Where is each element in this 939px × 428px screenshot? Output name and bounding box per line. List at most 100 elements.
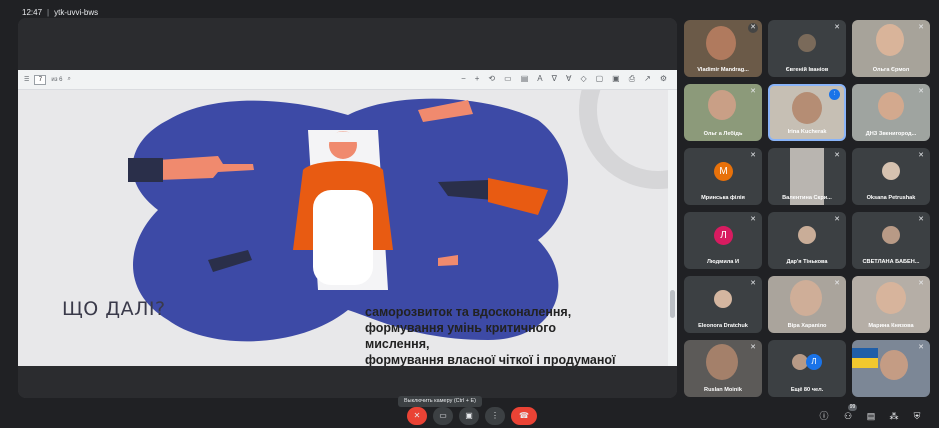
participant-video bbox=[878, 92, 904, 120]
participant-name: Дар'я Тінькова bbox=[786, 259, 828, 265]
participant-video bbox=[882, 226, 900, 244]
slide-content: ЩО ДАЛІ? саморозвиток та вдосконалення, … bbox=[18, 90, 668, 366]
participant-tile[interactable]: ✕ Марина Князова bbox=[852, 276, 930, 333]
scroll-thumb[interactable] bbox=[670, 290, 675, 318]
comment-icon[interactable]: ▢ bbox=[596, 74, 604, 84]
participant-tile-active[interactable]: ⫶ Irina Kucherak bbox=[768, 84, 846, 141]
slide-title: ЩО ДАЛІ? bbox=[62, 298, 166, 320]
document-toolbar: ☰ 7 из 6 ⌕ − + ⟲ ▭ ▤ A ∇ ∀ ◇ ▢ ▣ ⎙ ↗ ⚙ bbox=[18, 70, 677, 90]
camera-icon: ▭ bbox=[439, 411, 447, 420]
fit-icon[interactable]: ▭ bbox=[504, 74, 512, 84]
page-input[interactable]: 7 bbox=[34, 74, 47, 85]
participant-name: Віра Харапіло bbox=[787, 323, 827, 329]
participant-tile[interactable]: ✕ Ruslan Moinik bbox=[684, 340, 762, 397]
end-call-button[interactable]: ☎ bbox=[511, 407, 537, 425]
speaking-icon: ⫶ bbox=[829, 89, 840, 100]
participant-avatar: Л bbox=[806, 354, 822, 370]
participant-tile[interactable]: ✕ Віра Харапіло bbox=[768, 276, 846, 333]
presentation-panel[interactable]: ☰ 7 из 6 ⌕ − + ⟲ ▭ ▤ A ∇ ∀ ◇ ▢ ▣ ⎙ ↗ ⚙ Щ… bbox=[18, 18, 677, 398]
participant-name: Irina Kucherak bbox=[787, 129, 827, 135]
participant-name: Vladimir Mandrag... bbox=[697, 67, 749, 73]
participant-name: Ольг а Лебідь bbox=[703, 131, 743, 137]
eraser-icon[interactable]: ◇ bbox=[580, 74, 586, 84]
top-strip bbox=[0, 0, 939, 12]
camera-tooltip: Выключить камеру (Ctrl + E) bbox=[398, 396, 483, 407]
mic-off-icon: ✕ bbox=[918, 216, 924, 223]
participant-name: Мринська філія bbox=[701, 195, 745, 201]
mic-off-icon: ✕ bbox=[918, 88, 924, 95]
more-participants-label: Ещё 80 чел. bbox=[790, 387, 824, 393]
participant-name: ДНЗ Звенигород... bbox=[865, 131, 917, 137]
mic-off-icon: ✕ bbox=[918, 344, 924, 351]
present-button[interactable]: ▣ bbox=[459, 407, 479, 425]
participant-tile[interactable]: ✕ Oksana Petrushak bbox=[852, 148, 930, 205]
search-icon[interactable]: ⌕ bbox=[68, 76, 71, 83]
participant-video bbox=[706, 344, 738, 380]
participant-tile[interactable]: ✕ ДНЗ Звенигород... bbox=[852, 84, 930, 141]
highlight-icon[interactable]: ∀ bbox=[566, 74, 571, 84]
participant-tile[interactable]: ✕ Vladimir Mandrag... bbox=[684, 20, 762, 77]
info-icon[interactable]: ⓘ bbox=[817, 410, 831, 422]
participant-video bbox=[706, 26, 736, 60]
more-options-button[interactable]: ⋮ bbox=[485, 407, 505, 425]
figure-legs bbox=[313, 190, 373, 285]
chat-icon[interactable]: ▤ bbox=[864, 410, 878, 422]
more-participants-tile[interactable]: Л Ещё 80 чел. bbox=[768, 340, 846, 397]
rotate-icon[interactable]: ⟲ bbox=[488, 74, 495, 84]
text-icon[interactable]: A bbox=[537, 74, 542, 84]
save-icon[interactable]: ▣ bbox=[612, 74, 620, 84]
page-view-icon[interactable]: ▤ bbox=[521, 74, 529, 84]
participant-name: Ольга Єрмол bbox=[872, 67, 910, 73]
separator: | bbox=[47, 8, 50, 17]
draw-icon[interactable]: ∇ bbox=[552, 74, 557, 84]
settings-icon[interactable]: ⚙ bbox=[660, 74, 667, 84]
participant-tile[interactable]: Л ✕ Людмила И bbox=[684, 212, 762, 269]
presentation-header bbox=[18, 18, 677, 70]
menu-icon[interactable]: ☰ bbox=[24, 76, 29, 83]
print-icon[interactable]: ⎙ bbox=[629, 74, 635, 84]
participant-video bbox=[714, 290, 732, 308]
mic-off-icon: ✕ bbox=[834, 152, 840, 159]
participant-name: Oksana Petrushak bbox=[866, 195, 916, 201]
mic-off-icon: ✕ bbox=[750, 280, 756, 287]
mic-off-icon: ✕ bbox=[748, 23, 758, 33]
expand-icon[interactable]: ↗ bbox=[644, 74, 651, 84]
people-icon[interactable]: ⚇ bbox=[841, 410, 855, 422]
mic-off-icon: ✕ bbox=[918, 280, 924, 287]
host-controls-icon[interactable]: ⛨ bbox=[910, 410, 924, 422]
participant-name: Євгеній Іваніов bbox=[785, 67, 829, 73]
participant-tile[interactable]: ✕ Євгеній Іваніов bbox=[768, 20, 846, 77]
mic-off-icon: ✕ bbox=[413, 411, 421, 420]
zoom-in-icon[interactable]: + bbox=[475, 74, 480, 84]
document-scrollbar[interactable] bbox=[668, 90, 677, 366]
participant-tile[interactable]: ✕ Валентина Скри... bbox=[768, 148, 846, 205]
meeting-code: ytk-uvvi-bws bbox=[54, 8, 99, 17]
mic-off-icon: ✕ bbox=[918, 152, 924, 159]
participant-tile[interactable]: ✕ Ольга Єрмол bbox=[852, 20, 930, 77]
people-count-badge: 99 bbox=[848, 404, 857, 411]
mic-toggle-button[interactable]: ✕ bbox=[407, 407, 427, 425]
participant-video bbox=[798, 34, 816, 52]
participant-video bbox=[708, 90, 736, 120]
participant-video bbox=[790, 280, 822, 316]
participant-video bbox=[876, 24, 904, 56]
activities-icon[interactable]: ⁂ bbox=[887, 410, 901, 422]
participant-video bbox=[798, 226, 816, 244]
participant-video bbox=[876, 282, 906, 314]
participant-name: Eleonora Dratchuk bbox=[698, 323, 748, 329]
participant-video bbox=[882, 162, 900, 180]
presentation-footer bbox=[18, 366, 677, 398]
clock-time: 12:47 bbox=[22, 8, 43, 17]
participant-tile[interactable]: ✕ СВЕТЛАНА БАБЕН... bbox=[852, 212, 930, 269]
participant-tile[interactable]: ✕ Ольг а Лебідь bbox=[684, 84, 762, 141]
participant-avatar: Л bbox=[714, 226, 733, 245]
participant-tile[interactable]: ✕ Дар'я Тінькова bbox=[768, 212, 846, 269]
participant-tile[interactable]: ✕ bbox=[852, 340, 930, 397]
meeting-info: 12:47 | ytk-uvvi-bws bbox=[22, 8, 98, 17]
participant-name: Валентина Скри... bbox=[782, 195, 832, 201]
participant-tile[interactable]: ✕ Eleonora Dratchuk bbox=[684, 276, 762, 333]
participant-name: Марина Князова bbox=[868, 323, 914, 329]
camera-toggle-button[interactable]: ▭ bbox=[433, 407, 453, 425]
zoom-out-icon[interactable]: − bbox=[461, 74, 466, 84]
participant-tile[interactable]: M ✕ Мринська філія bbox=[684, 148, 762, 205]
